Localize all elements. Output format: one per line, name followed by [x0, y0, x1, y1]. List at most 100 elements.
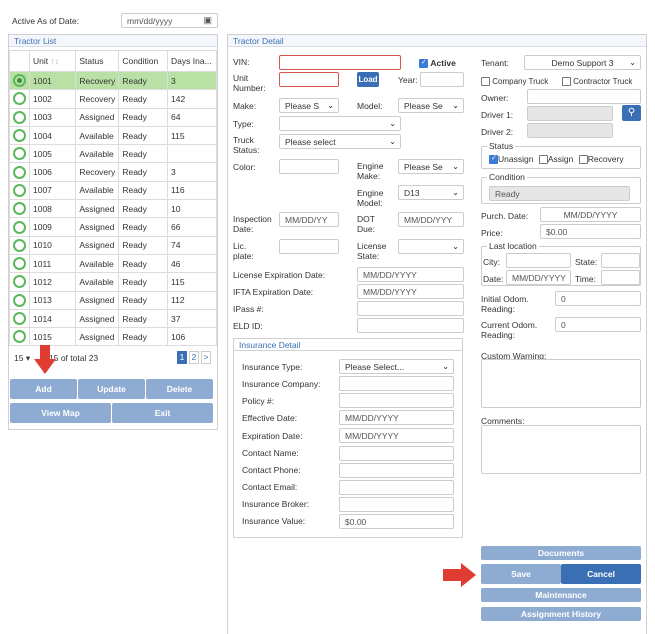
table-row[interactable]: 1002 Recovery Ready 142: [9, 89, 217, 109]
row-radio-icon[interactable]: [13, 220, 26, 234]
company-truck-checkbox[interactable]: Company Truck: [481, 77, 548, 87]
initial-odom-input[interactable]: 0: [555, 291, 641, 306]
assignment-history-button[interactable]: Assignment History: [481, 607, 641, 621]
contact-name-input[interactable]: [339, 446, 454, 461]
time-input[interactable]: [601, 270, 640, 285]
page-2-button[interactable]: 2: [189, 351, 199, 364]
insurance-company-input[interactable]: [339, 376, 454, 391]
row-radio-icon[interactable]: [13, 129, 26, 143]
current-odom-input[interactable]: 0: [555, 317, 641, 332]
row-radio-icon[interactable]: [13, 275, 26, 289]
row-radio-icon[interactable]: [13, 110, 26, 124]
contractor-truck-checkbox[interactable]: Contractor Truck: [562, 77, 632, 87]
search-driver-button[interactable]: ⚲: [622, 105, 641, 121]
unassign-checkbox[interactable]: Unassign: [489, 154, 533, 165]
page-size-select[interactable]: 15 ▾: [14, 353, 30, 364]
inspection-date-input[interactable]: MM/DD/YY: [279, 212, 339, 227]
table-row[interactable]: 1011 Available Ready 46: [9, 253, 217, 274]
add-button[interactable]: Add: [10, 379, 77, 399]
view-map-button[interactable]: View Map: [10, 403, 111, 423]
dot-due-input[interactable]: MM/DD/YYY: [398, 212, 464, 227]
contact-phone-input[interactable]: [339, 463, 454, 478]
table-row[interactable]: 1012 Available Ready 115: [9, 272, 217, 292]
active-as-of-date-input[interactable]: mm/dd/yyyy ▣: [121, 13, 218, 28]
delete-button[interactable]: Delete: [146, 379, 213, 399]
table-row[interactable]: 1005 Available Ready: [9, 144, 217, 164]
policy-number-input[interactable]: [339, 393, 454, 408]
effective-date-input[interactable]: MM/DD/YYYY: [339, 410, 454, 425]
year-input[interactable]: [420, 72, 464, 87]
engine-model-select[interactable]: D13 ⌄: [398, 185, 464, 200]
status-column-header[interactable]: Status: [75, 50, 120, 72]
table-row[interactable]: 1008 Assigned Ready 10: [9, 199, 217, 219]
row-radio-icon[interactable]: [13, 238, 26, 252]
row-select-cell[interactable]: [9, 144, 30, 164]
row-select-cell[interactable]: [9, 199, 30, 219]
engine-make-select[interactable]: Please Se ⌄: [398, 159, 464, 174]
ifta-expiration-input[interactable]: MM/DD/YYYY: [357, 284, 464, 299]
eld-id-input[interactable]: [357, 318, 464, 333]
sort-icon[interactable]: ↑↓: [51, 56, 60, 66]
type-select[interactable]: ⌄: [279, 116, 401, 131]
lic-plate-input[interactable]: [279, 239, 339, 254]
assign-checkbox[interactable]: Assign: [538, 154, 573, 165]
license-state-select[interactable]: ⌄: [398, 239, 464, 254]
license-expiration-input[interactable]: MM/DD/YYYY: [357, 267, 464, 282]
owner-input[interactable]: [527, 89, 641, 104]
row-radio-icon[interactable]: [13, 183, 26, 197]
row-radio-icon[interactable]: [13, 330, 26, 344]
table-row[interactable]: 1006 Recovery Ready 3: [9, 162, 217, 182]
table-row[interactable]: 1004 Available Ready 115: [9, 125, 217, 146]
save-button[interactable]: Save: [481, 564, 561, 584]
unit-number-input[interactable]: [279, 72, 339, 87]
city-input[interactable]: [506, 253, 571, 268]
location-date-input[interactable]: MM/DD/YYYY: [506, 270, 571, 285]
row-select-cell[interactable]: [9, 180, 30, 201]
table-row[interactable]: 1007 Available Ready 116: [9, 180, 217, 201]
days-inactive-column-header[interactable]: Days Ina...: [167, 50, 217, 72]
state-input[interactable]: [601, 253, 640, 268]
expiration-date-input[interactable]: MM/DD/YYYY: [339, 428, 454, 443]
comments-textarea[interactable]: [481, 425, 641, 474]
exit-button[interactable]: Exit: [112, 403, 213, 423]
row-select-cell[interactable]: [9, 107, 30, 127]
row-radio-icon[interactable]: [13, 293, 26, 307]
table-row[interactable]: 1003 Assigned Ready 64: [9, 107, 217, 127]
vin-input[interactable]: [279, 55, 401, 70]
update-button[interactable]: Update: [78, 379, 145, 399]
table-row[interactable]: 1001 Recovery Ready 3: [9, 70, 217, 91]
table-row[interactable]: 1010 Assigned Ready 74: [9, 235, 217, 255]
page-1-button[interactable]: 1: [177, 351, 187, 364]
maintenance-button[interactable]: Maintenance: [481, 588, 641, 602]
row-select-cell[interactable]: [9, 290, 30, 310]
row-select-cell[interactable]: [9, 327, 30, 347]
row-select-cell[interactable]: [9, 272, 30, 292]
insurance-value-input[interactable]: $0.00: [339, 514, 454, 529]
purch-date-input[interactable]: MM/DD/YYYY: [540, 207, 641, 222]
row-select-cell[interactable]: [9, 125, 30, 146]
row-select-cell[interactable]: [9, 162, 30, 182]
active-checkbox[interactable]: Active: [419, 58, 456, 69]
row-select-cell[interactable]: [9, 70, 30, 91]
row-radio-icon[interactable]: [13, 312, 26, 325]
contact-email-input[interactable]: [339, 480, 454, 495]
row-radio-icon[interactable]: [13, 257, 26, 271]
ipass-input[interactable]: [357, 301, 464, 316]
table-row[interactable]: 1015 Assigned Ready 106: [9, 327, 217, 347]
insurance-broker-input[interactable]: [339, 497, 454, 512]
row-radio-icon[interactable]: [13, 147, 26, 161]
make-select[interactable]: Please S ⌄: [279, 98, 339, 113]
table-row[interactable]: 1013 Assigned Ready 112: [9, 290, 217, 310]
row-radio-icon[interactable]: [13, 74, 26, 88]
condition-column-header[interactable]: Condition: [118, 50, 169, 72]
recovery-checkbox[interactable]: Recovery: [578, 154, 624, 165]
unit-column-header[interactable]: Unit ↑↓: [28, 50, 77, 72]
calendar-icon[interactable]: ▣: [203, 15, 212, 25]
model-select[interactable]: Please Se ⌄: [398, 98, 464, 113]
cancel-button[interactable]: Cancel: [561, 564, 641, 584]
row-select-cell[interactable]: [9, 253, 30, 274]
row-radio-icon[interactable]: [13, 92, 26, 106]
insurance-type-select[interactable]: Please Select... ⌄: [339, 359, 454, 374]
row-radio-icon[interactable]: [13, 165, 26, 179]
truck-status-select[interactable]: Please select ⌄: [279, 134, 401, 149]
